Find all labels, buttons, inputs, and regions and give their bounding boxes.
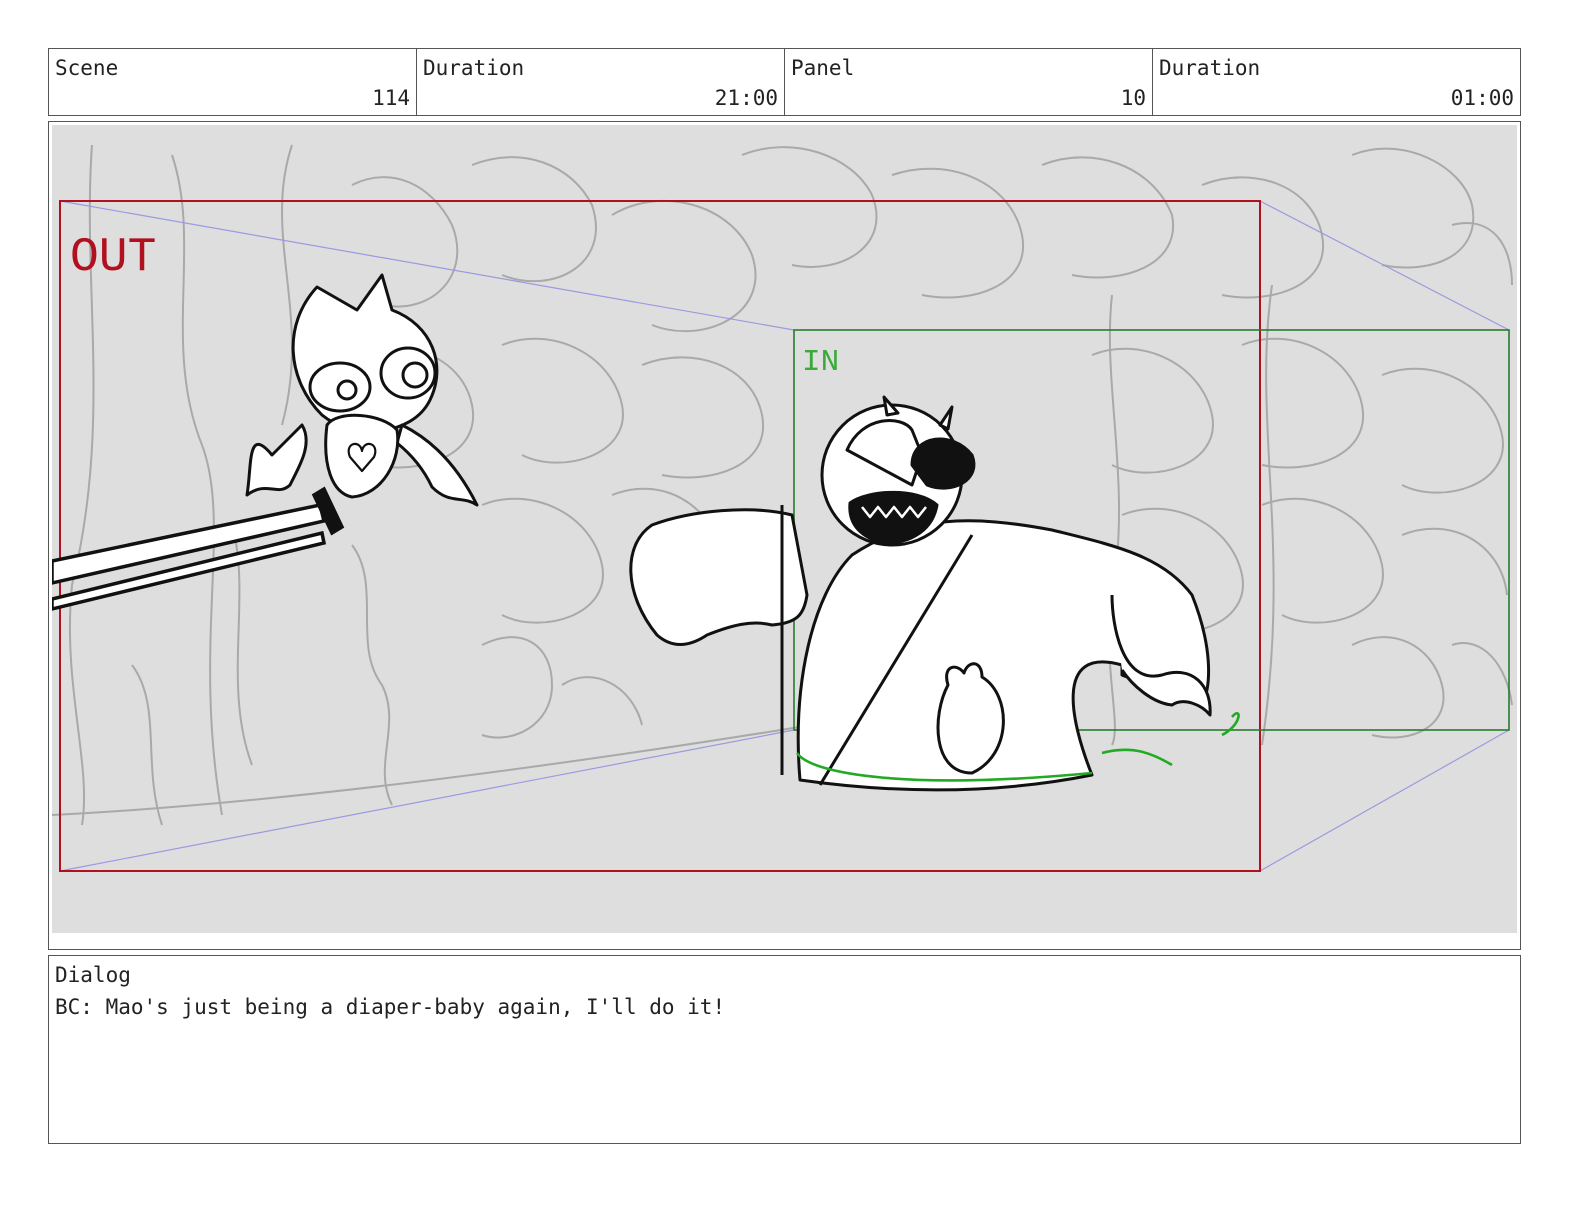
scene-duration-cell: Duration 21:00 (417, 49, 785, 115)
dialog-label: Dialog (55, 963, 131, 987)
panel-label: Panel (791, 56, 855, 80)
scene-duration-value: 21:00 (714, 86, 778, 110)
scene-number: 114 (372, 86, 410, 110)
in-frame-label: IN (802, 345, 839, 380)
dialog-box: Dialog BC: Mao's just being a diaper-bab… (48, 955, 1521, 1144)
panel-duration-label: Duration (1159, 56, 1261, 80)
panel-cell: Panel 10 (785, 49, 1153, 115)
scene-cell: Scene 114 (49, 49, 417, 115)
panel-artwork: OUT IN (52, 125, 1517, 933)
scene-duration-label: Duration (423, 56, 525, 80)
panel-duration-value: 01:00 (1450, 86, 1514, 110)
scene-label: Scene (55, 56, 119, 80)
panel-info-header: Scene 114 Duration 21:00 Panel 10 Durati… (48, 48, 1521, 116)
out-frame-label: OUT (70, 231, 156, 285)
panel-number: 10 (1120, 86, 1146, 110)
storyboard-panel: OUT IN (48, 121, 1521, 950)
panel-duration-cell: Duration 01:00 (1153, 49, 1520, 115)
dialog-text: BC: Mao's just being a diaper-baby again… (55, 995, 726, 1019)
